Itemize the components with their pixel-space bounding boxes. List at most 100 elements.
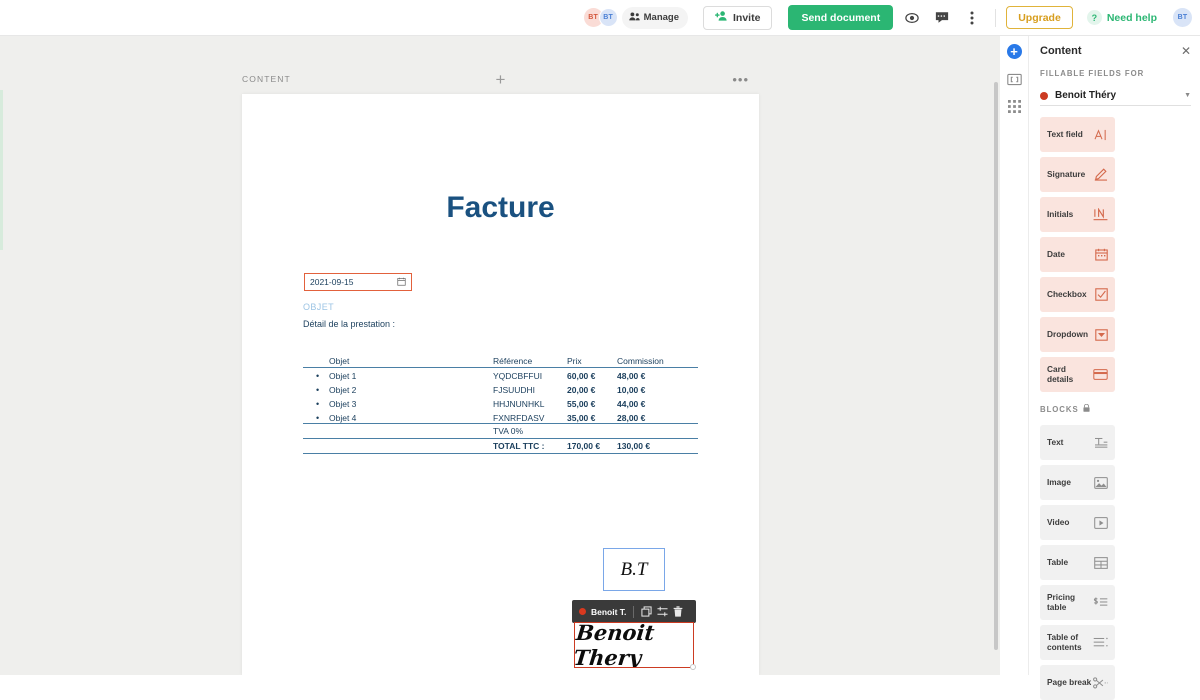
cell-objet: Objet 3: [329, 399, 357, 409]
block-video[interactable]: Video: [1040, 505, 1115, 540]
panel-title: Content: [1040, 45, 1082, 57]
table-icon: [1094, 556, 1108, 569]
card-label: Date: [1047, 248, 1065, 259]
field-card-details[interactable]: Card details: [1040, 357, 1115, 392]
lock-icon: [1083, 403, 1090, 414]
column-header-reference: Référence: [493, 356, 533, 366]
date-value: 2021-09-15: [310, 277, 354, 287]
field-dropdown[interactable]: Dropdown: [1040, 317, 1115, 352]
blocks-grid: Text Image Video Table Pricing table Tab…: [1040, 425, 1191, 700]
cell-prix: 55,00 €: [567, 399, 596, 409]
card-label: Table of contents: [1047, 631, 1082, 652]
card-label: Page break: [1047, 676, 1092, 687]
duplicate-icon[interactable]: [641, 606, 653, 617]
document-editor-canvas: CONTENT + ••• Facture 2021-09-15 OBJET D…: [0, 36, 1000, 675]
comment-icon[interactable]: [931, 7, 953, 29]
initials-icon: [1093, 208, 1108, 221]
upgrade-button[interactable]: Upgrade: [1006, 6, 1073, 29]
vertical-scrollbar[interactable]: [994, 82, 998, 650]
recipient-name: Benoit Théry: [1055, 90, 1117, 101]
grid-apps-icon[interactable]: [1007, 100, 1021, 113]
blocks-section-label: BLOCKS: [1040, 403, 1191, 414]
date-field[interactable]: 2021-09-15: [304, 273, 412, 291]
panel-icon-rail: +: [1000, 36, 1029, 675]
chevron-down-icon: ▼: [1184, 92, 1191, 99]
total-commission: 130,00 €: [617, 441, 651, 451]
canvas-section-header: CONTENT + •••: [242, 66, 759, 92]
invite-button[interactable]: Invite: [703, 5, 773, 30]
cell-objet: Objet 4: [329, 413, 357, 423]
tva-label: TVA 0%: [493, 426, 524, 436]
avatar[interactable]: BT: [598, 8, 618, 27]
trash-icon[interactable]: [673, 606, 683, 617]
signature-field[interactable]: Benoit Thery: [574, 622, 694, 668]
need-help-label: Need help: [1106, 11, 1157, 24]
pricing-table-icon: [1093, 597, 1108, 609]
column-header-objet: Objet: [329, 356, 350, 366]
block-image[interactable]: Image: [1040, 465, 1115, 500]
cell-objet: Objet 1: [329, 371, 357, 381]
detail-line: Détail de la prestation :: [303, 319, 396, 329]
section-more-icon[interactable]: •••: [732, 72, 749, 87]
content-section-label: CONTENT: [242, 74, 291, 84]
image-icon: [1094, 476, 1108, 489]
card-label: Image: [1047, 476, 1071, 487]
recipient-color-dot: [1040, 91, 1048, 100]
table-row-values: FXNRFDASV 35,00 € 28,00 €: [493, 413, 697, 427]
invoice-table: Objet Référence Prix Commission • Objet …: [303, 356, 698, 454]
need-help-button[interactable]: ? Need help: [1086, 10, 1157, 25]
field-signature[interactable]: Signature: [1040, 157, 1115, 192]
cell-reference: HHJNUNHKL: [493, 399, 545, 409]
sliders-icon[interactable]: [657, 606, 668, 617]
cell-commission: 10,00 €: [617, 385, 646, 395]
field-checkbox[interactable]: Checkbox: [1040, 277, 1115, 312]
signature-value: Benoit Thery: [574, 622, 656, 668]
scissors-icon: [1093, 676, 1108, 689]
cell-objet: Objet 2: [329, 385, 357, 395]
bullet-icon: •: [316, 385, 320, 395]
more-options-icon[interactable]: [961, 7, 983, 29]
initials-field[interactable]: B.T: [603, 548, 665, 591]
total-prix: 170,00 €: [567, 441, 601, 451]
card-label: Dropdown: [1047, 328, 1089, 339]
variable-field-icon[interactable]: [1006, 73, 1022, 86]
cell-reference: YQDCBFFUI: [493, 371, 543, 381]
cell-prix: 60,00 €: [567, 371, 596, 381]
card-label: Text: [1047, 436, 1064, 447]
fillable-fields-grid: Text field Signature Initials Date Check…: [1040, 117, 1191, 392]
dropdown-icon: [1095, 328, 1108, 341]
manage-button[interactable]: Manage: [621, 6, 689, 29]
left-edge-marker: [0, 90, 3, 250]
preview-eye-icon[interactable]: [901, 7, 923, 29]
cell-commission: 28,00 €: [617, 413, 646, 423]
plus-circle-icon[interactable]: +: [1006, 44, 1022, 59]
document-title: Facture: [446, 191, 555, 224]
account-avatar[interactable]: BT: [1173, 8, 1192, 27]
send-document-button[interactable]: Send document: [788, 5, 894, 30]
block-table-of-contents[interactable]: Table of contents: [1040, 625, 1115, 660]
cell-prix: 20,00 €: [567, 385, 596, 395]
recipient-selector[interactable]: Benoit Théry ▼: [1040, 86, 1191, 106]
signature-field-toolbar[interactable]: Benoit T.: [572, 600, 696, 623]
card-label: Checkbox: [1047, 288, 1087, 299]
block-text[interactable]: Text: [1040, 425, 1115, 460]
field-text-field[interactable]: Text field: [1040, 117, 1115, 152]
calendar-icon: [397, 277, 406, 288]
pen-icon: [1094, 168, 1108, 181]
resize-handle[interactable]: [690, 664, 696, 670]
field-date[interactable]: Date: [1040, 237, 1115, 272]
block-pricing-table[interactable]: Pricing table: [1040, 585, 1115, 620]
section-label-text: BLOCKS: [1040, 404, 1079, 414]
add-block-icon[interactable]: +: [496, 71, 506, 88]
close-icon[interactable]: ✕: [1181, 45, 1191, 57]
column-header-commission: Commission: [617, 356, 664, 366]
block-page-break[interactable]: Page break: [1040, 665, 1115, 700]
objet-label: OBJET: [303, 302, 335, 312]
cell-prix: 35,00 €: [567, 413, 596, 423]
field-initials[interactable]: Initials: [1040, 197, 1115, 232]
card-label: Video: [1047, 516, 1070, 527]
checkbox-icon: [1095, 288, 1108, 301]
card-label: Signature: [1047, 168, 1086, 179]
block-table[interactable]: Table: [1040, 545, 1115, 580]
card-label: Initials: [1047, 208, 1074, 219]
